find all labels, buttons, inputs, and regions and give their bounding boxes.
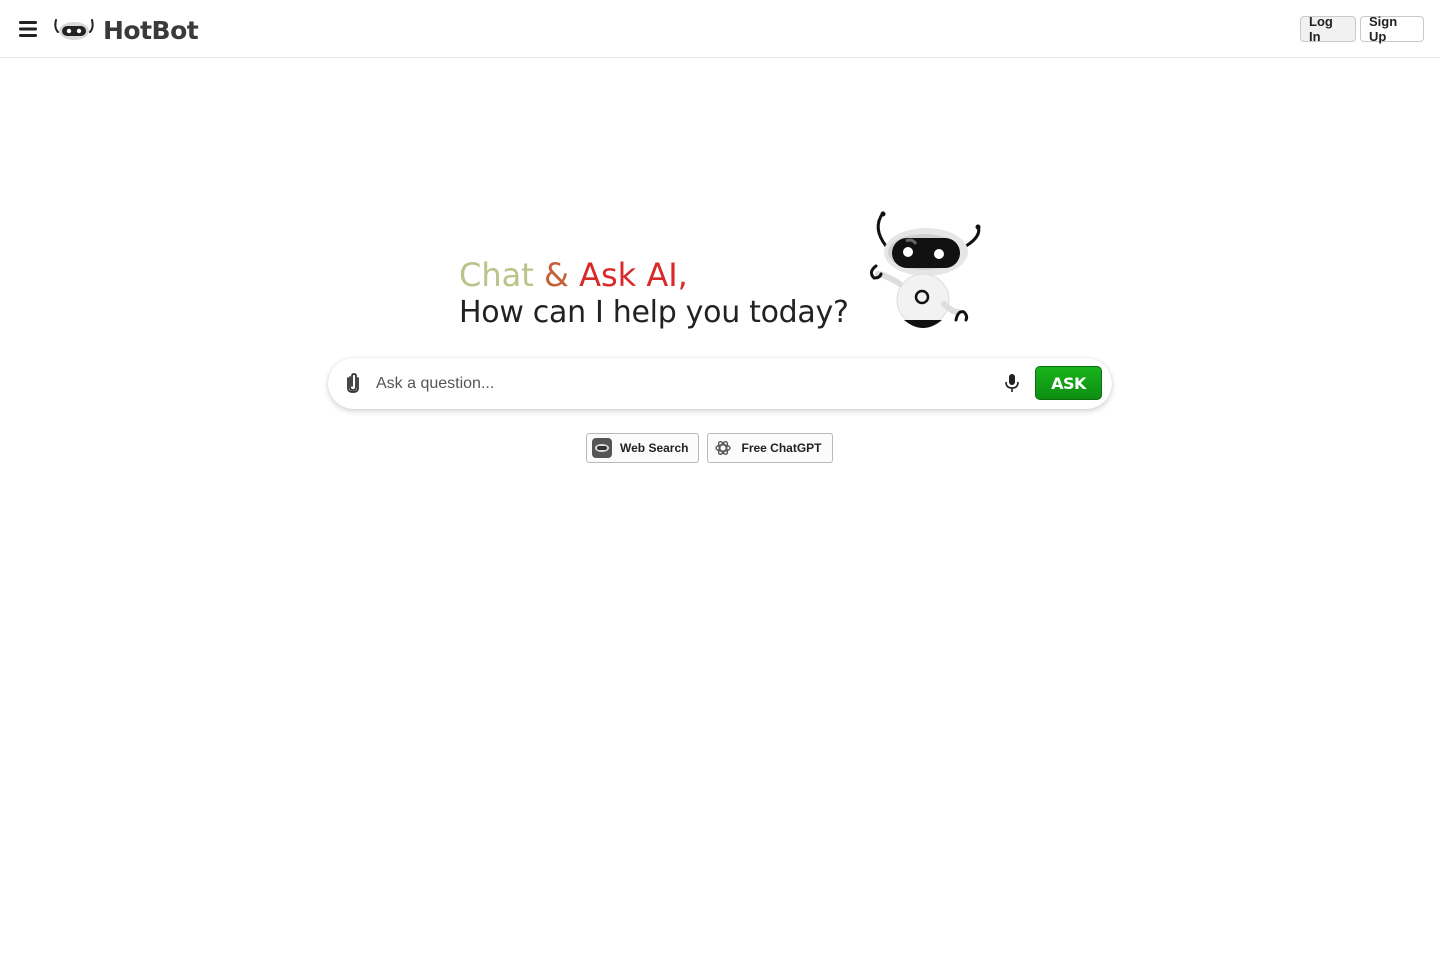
hotbot-logo[interactable]: HotBot <box>53 14 199 46</box>
microphone-icon[interactable] <box>1003 372 1021 394</box>
robot-mascot-icon <box>869 211 981 328</box>
top-navigation-bar: HotBot Log In Sign Up <box>0 0 1440 58</box>
login-button[interactable]: Log In <box>1300 14 1356 44</box>
paperclip-icon[interactable] <box>343 372 363 394</box>
signup-button[interactable]: Sign Up <box>1360 14 1424 44</box>
mode-chips: Web Search Free ChatGPT <box>586 433 833 463</box>
hero-title-chat: Chat <box>459 256 534 294</box>
web-search-chip[interactable]: Web Search <box>586 433 700 463</box>
search-bar: ASK <box>328 358 1112 409</box>
web-search-label: Web Search <box>620 441 689 455</box>
free-chatgpt-label: Free ChatGPT <box>741 441 822 455</box>
free-chatgpt-chip[interactable]: Free ChatGPT <box>707 433 833 463</box>
hero-subtitle: How can I help you today? <box>459 295 849 330</box>
logo-text: HotBot <box>103 15 199 45</box>
hero-heading: Chat & Ask AI, How can I help you today? <box>459 256 849 332</box>
hero-title-ampersand: & <box>533 256 580 294</box>
ask-button[interactable]: ASK <box>1035 366 1102 400</box>
hero-title-ask-ai: Ask AI, <box>579 256 688 294</box>
hero-title: Chat & Ask AI, <box>459 256 849 294</box>
robot-logo-icon <box>54 19 94 40</box>
search-input[interactable] <box>374 370 988 398</box>
robot-eye-icon <box>592 438 612 458</box>
hamburger-menu-icon[interactable] <box>16 17 40 41</box>
openai-icon <box>713 438 733 458</box>
